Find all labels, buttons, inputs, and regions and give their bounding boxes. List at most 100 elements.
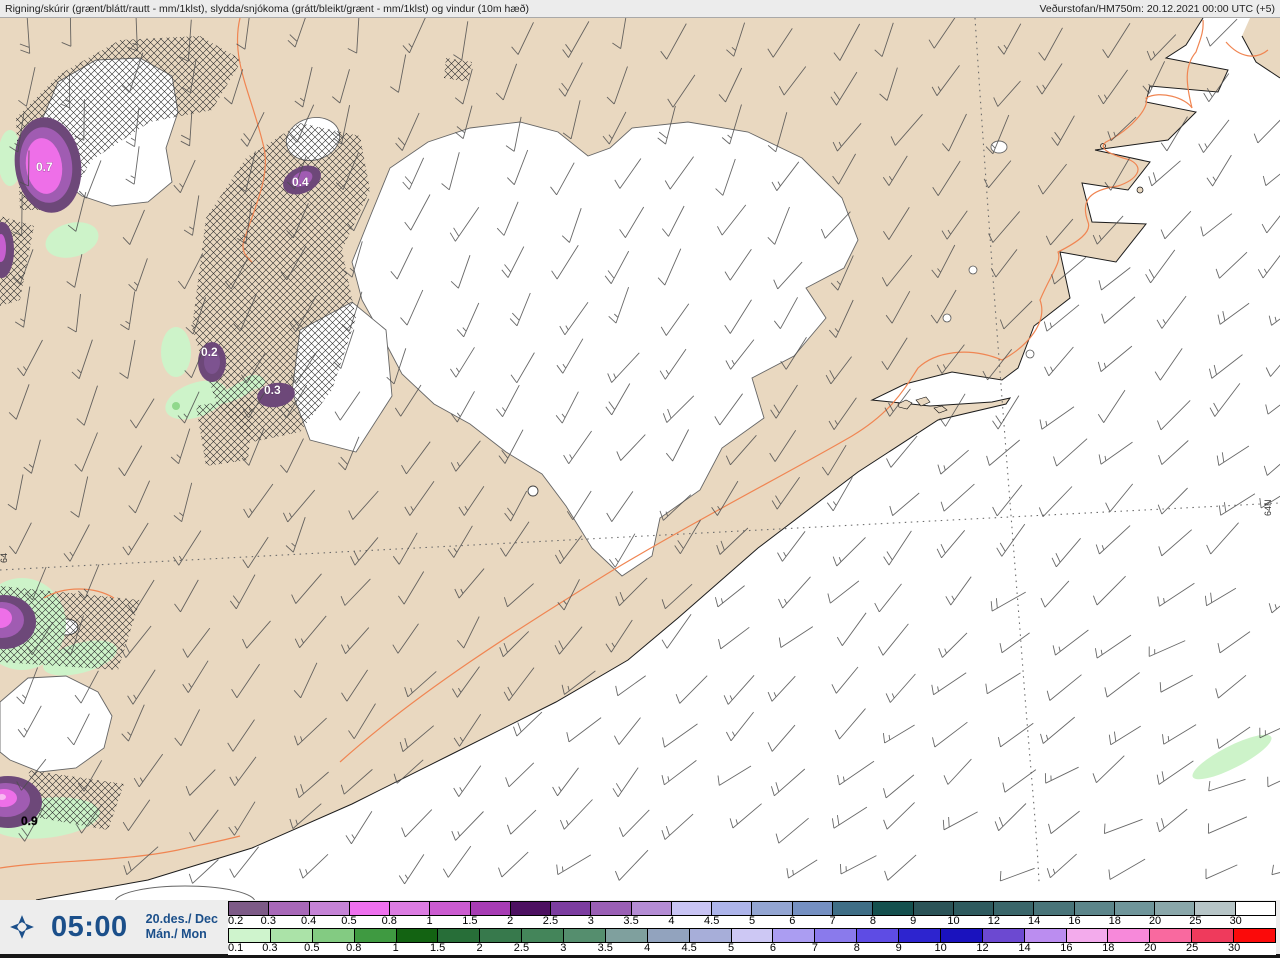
legend-cell (390, 902, 431, 915)
legend-cell (1234, 929, 1275, 942)
legend-tick-label: 1.5 (462, 915, 478, 927)
latitude-label: 64 (0, 553, 9, 563)
legend-tick-label: 0.8 (346, 942, 362, 954)
map-title-bar: Rigning/skúrir (grænt/blátt/rautt - mm/1… (0, 0, 1280, 18)
latitude-label: 64N (1263, 499, 1273, 516)
legend-tick-label: 30 (1227, 942, 1241, 954)
legend-tick-label: 0.8 (381, 915, 397, 927)
legend-scale-top: 0.2 0.3 0.4 0.5 0.8 1 1.5 2 2.5 3 3.5 4 4.5 5 6 7 8 9 10 12… (228, 901, 1276, 928)
map-legend-description: Rigning/skúrir (grænt/blátt/rautt - mm/1… (5, 2, 530, 15)
legend-cell (229, 929, 271, 942)
legend-tick-label: 6 (769, 942, 777, 954)
legend-cell (1108, 929, 1151, 942)
legend-cell (1114, 902, 1156, 915)
legend-cell (1192, 929, 1234, 942)
forecast-time: 05:00 (51, 910, 128, 943)
legend-tick-label: 30 (1229, 915, 1242, 927)
legend-cell (773, 929, 816, 942)
precip-value-label: 0.9 (21, 814, 38, 828)
legend-cell (873, 902, 914, 915)
legend-cell (551, 902, 592, 915)
legend-tick-label: 12 (987, 915, 1000, 927)
legend-cell (832, 902, 874, 915)
legend-cell (1024, 929, 1067, 942)
forecast-date-line2: Mán./ Mon (145, 927, 207, 941)
footer-bar: 05:00 20.des./ Dec Mán./ Mon 0.2 0.3 0.4 0.… (0, 900, 1280, 958)
precip-legend: 0.2 0.3 0.4 0.5 0.8 1 1.5 2 2.5 3 3.5 4 4.5 5 6 7 8 9 10 12… (228, 901, 1276, 955)
legend-tick-label: 7 (811, 942, 818, 954)
legend-tick-label: 20 (1144, 942, 1157, 954)
legend-cell (631, 902, 672, 915)
legend-cell (430, 902, 471, 915)
legend-tick-label: 0.1 (228, 942, 244, 954)
legend-tick-label: 8 (869, 915, 876, 927)
legend-tick-label: 18 (1108, 915, 1121, 927)
legend-tick-label: 16 (1068, 915, 1081, 927)
legend-tick-label: 5 (727, 942, 735, 954)
precip-value-label: 0.2 (201, 345, 218, 359)
legend-tick-label: 0.4 (300, 915, 317, 927)
legend-tick-label: 14 (1018, 942, 1031, 954)
legend-cell (940, 929, 983, 942)
model-run-timestamp: Veðurstofan/HM750m: 20.12.2021 00:00 UTC… (1039, 2, 1275, 15)
legend-tick-label: 0.5 (341, 915, 357, 927)
legend-tick-label: 1 (426, 915, 433, 927)
legend-tick-label: 25 (1189, 915, 1202, 927)
legend-tick-label: 0.5 (304, 942, 320, 954)
legend-cell (1235, 902, 1275, 915)
weather-app-window: Rigning/skúrir (grænt/blátt/rautt - mm/1… (0, 0, 1280, 958)
legend-cell (270, 929, 313, 942)
legend-cell (605, 929, 648, 942)
legend-tick-label: 2.5 (513, 942, 530, 954)
legend-tick-label: 3 (587, 915, 594, 927)
legend-tick-label: 14 (1028, 915, 1041, 927)
legend-cell (522, 929, 564, 942)
legend-cell (982, 929, 1025, 942)
legend-cell (229, 902, 270, 915)
legend-cell (913, 902, 954, 915)
legend-tick-label: 1.5 (429, 942, 446, 954)
legend-cell (994, 902, 1035, 915)
legend-tick-label: 3 (560, 942, 567, 954)
legend-ticks-top: 0.2 0.3 0.4 0.5 0.8 1 1.5 2 2.5 3 3.5 4 4.5 5 6 7 8 9 10 12… (228, 915, 1276, 928)
forecast-date-line1: 20.des./ Dec (145, 912, 218, 926)
time-panel: 05:00 20.des./ Dec Mán./ Mon (0, 900, 228, 954)
legend-cell (510, 902, 552, 915)
legend-cell (712, 902, 753, 915)
legend-cell (312, 929, 355, 942)
precip-value-label: 0.3 (264, 383, 281, 397)
legend-tick-label: 5 (748, 915, 756, 927)
legend-tick-label: 3.5 (623, 915, 639, 927)
legend-tick-label: 3.5 (597, 942, 613, 954)
legend-cell (470, 902, 511, 915)
legend-tick-label: 9 (895, 942, 902, 954)
legend-tick-label: 4.5 (681, 942, 697, 954)
legend-cell (1150, 929, 1193, 942)
legend-cell (438, 929, 481, 942)
legend-tick-label: 2 (507, 915, 514, 927)
legend-cell (792, 902, 833, 915)
legend-cell (647, 929, 690, 942)
legend-tick-label: 6 (789, 915, 796, 927)
legend-tick-label: 2 (476, 942, 483, 954)
legend-tick-label: 12 (976, 942, 989, 954)
legend-tick-label: 0.2 (228, 915, 244, 927)
legend-tick-label: 16 (1060, 942, 1073, 954)
legend-cell (564, 929, 606, 942)
legend-tick-label: 18 (1102, 942, 1115, 954)
legend-tick-label: 9 (910, 915, 917, 927)
legend-tick-label: 0.3 (260, 915, 276, 927)
legend-cell (1155, 902, 1196, 915)
legend-cell (752, 902, 793, 915)
legend-tick-label: 8 (853, 942, 860, 954)
legend-tick-label: 4.5 (704, 915, 720, 927)
legend-tick-label: 20 (1148, 915, 1162, 927)
precip-value-label: 0.4 (292, 175, 309, 189)
legend-cell (349, 902, 391, 915)
sparkle-compass-icon (10, 915, 34, 939)
legend-tick-label: 4 (668, 915, 675, 927)
legend-cell (857, 929, 899, 942)
legend-cell (269, 902, 310, 915)
legend-tick-label: 4 (644, 942, 651, 954)
legend-cell (689, 929, 732, 942)
